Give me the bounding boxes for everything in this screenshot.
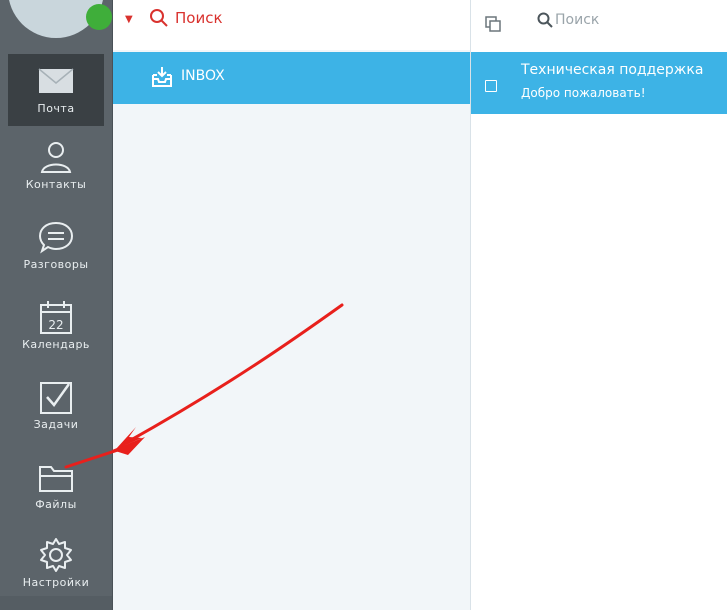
settings-icon xyxy=(40,538,72,572)
nav-item-label: Файлы xyxy=(35,498,77,511)
search-icon xyxy=(150,9,168,27)
message-search-button[interactable]: Поиск xyxy=(537,12,599,28)
nav-item-tasks[interactable]: Задачи xyxy=(8,370,104,442)
folders-header: ▼ Поиск xyxy=(113,0,470,50)
nav-sidebar: Почта Контакты Разговоры 22 Календарь За… xyxy=(0,0,113,610)
folder-label: INBOX xyxy=(181,68,225,84)
nav-item-contacts[interactable]: Контакты xyxy=(8,130,104,202)
nav-item-settings[interactable]: Настройки xyxy=(8,528,104,600)
message-row[interactable]: Техническая поддержка Добро пожаловать! xyxy=(471,52,727,114)
messages-panel: Поиск Техническая поддержка Добро пожало… xyxy=(471,0,727,610)
message-search-label: Поиск xyxy=(555,12,600,28)
nav-item-label: Календарь xyxy=(22,338,90,351)
inbox-icon xyxy=(152,67,172,87)
nav-item-label: Контакты xyxy=(25,178,87,191)
nav-item-files[interactable]: Файлы xyxy=(8,450,104,522)
mail-icon xyxy=(38,68,74,93)
messages-header: Поиск xyxy=(471,0,727,50)
nav-item-label: Почта xyxy=(37,102,75,115)
sidebar-footer xyxy=(0,596,112,610)
folder-icon xyxy=(39,466,73,492)
search-icon xyxy=(537,12,553,28)
message-checkbox[interactable] xyxy=(485,80,497,92)
nav-item-label: Настройки xyxy=(22,576,90,589)
folder-item-inbox[interactable]: INBOX xyxy=(113,52,470,104)
online-status-indicator xyxy=(86,4,112,30)
folders-panel: ▼ Поиск INBOX xyxy=(113,0,471,610)
folder-search-label: Поиск xyxy=(175,9,223,27)
calendar-day: 22 xyxy=(48,318,63,332)
copy-icon[interactable] xyxy=(485,16,501,32)
message-sender: Техническая поддержка xyxy=(521,62,704,78)
nav-item-label: Задачи xyxy=(33,418,79,431)
mail-app: Почта Контакты Разговоры 22 Календарь За… xyxy=(0,0,727,610)
nav-item-conversations[interactable]: Разговоры xyxy=(8,210,104,282)
message-subject: Добро пожаловать! xyxy=(521,86,646,100)
tasks-icon xyxy=(40,382,72,414)
nav-item-mail[interactable]: Почта xyxy=(8,54,104,126)
nav-item-calendar[interactable]: 22 Календарь xyxy=(8,290,104,362)
chat-icon xyxy=(38,221,74,254)
nav-item-label: Разговоры xyxy=(23,258,89,271)
collapse-caret-icon[interactable]: ▼ xyxy=(125,14,133,25)
folder-search-button[interactable]: Поиск xyxy=(149,8,223,28)
contacts-icon xyxy=(40,142,72,173)
calendar-icon: 22 xyxy=(40,301,72,334)
